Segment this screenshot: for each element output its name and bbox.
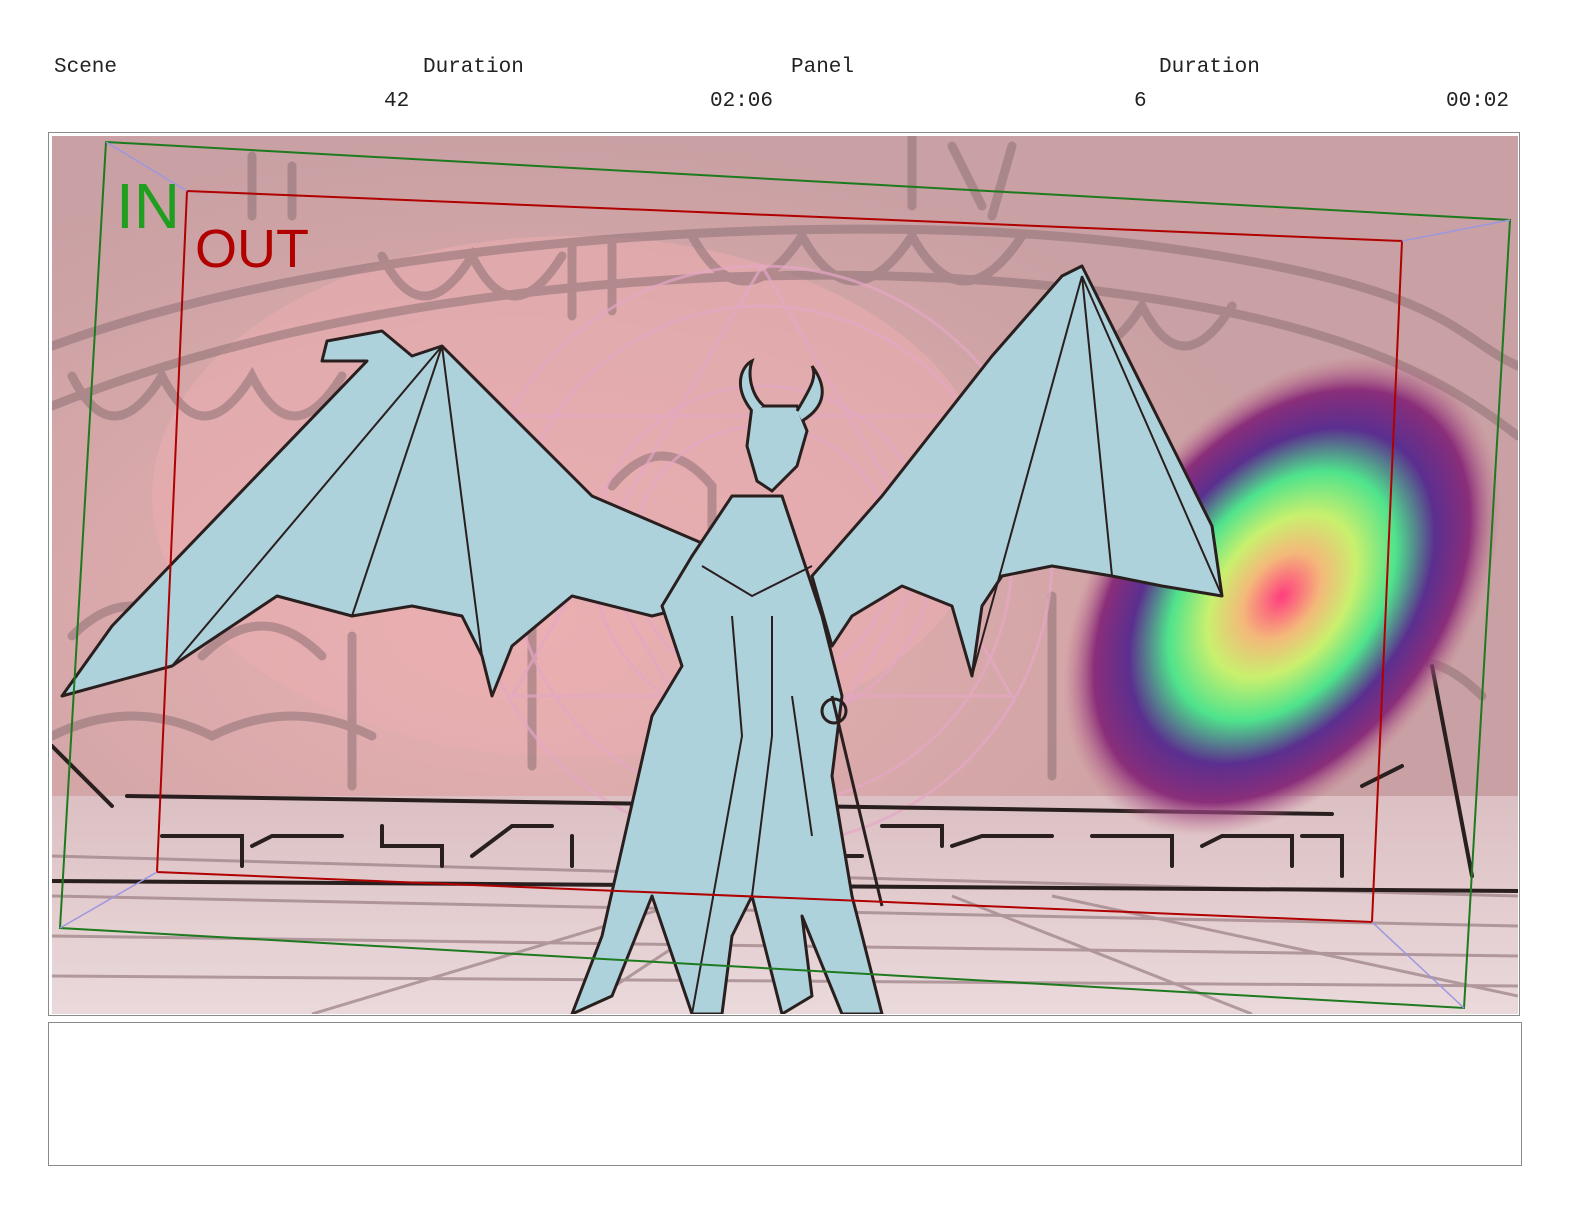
out-label: OUT bbox=[195, 219, 309, 279]
scene-duration-label: Duration bbox=[423, 56, 524, 79]
panel-duration-value: 00:02 bbox=[1446, 90, 1510, 113]
scene-duration-value: 02:06 bbox=[710, 90, 774, 113]
notes-text bbox=[49, 1023, 1521, 1043]
scene-label: Scene bbox=[54, 56, 118, 79]
storyboard-panel: IN OUT bbox=[48, 132, 1520, 1016]
in-label: IN bbox=[116, 170, 180, 242]
panel-artwork: IN OUT bbox=[52, 136, 1518, 1014]
panel-duration-label: Duration bbox=[1159, 56, 1260, 79]
notes-box[interactable] bbox=[48, 1022, 1522, 1166]
scene-number: 42 bbox=[384, 90, 410, 113]
panel-label: Panel bbox=[791, 56, 855, 79]
panel-number: 6 bbox=[1134, 90, 1147, 113]
